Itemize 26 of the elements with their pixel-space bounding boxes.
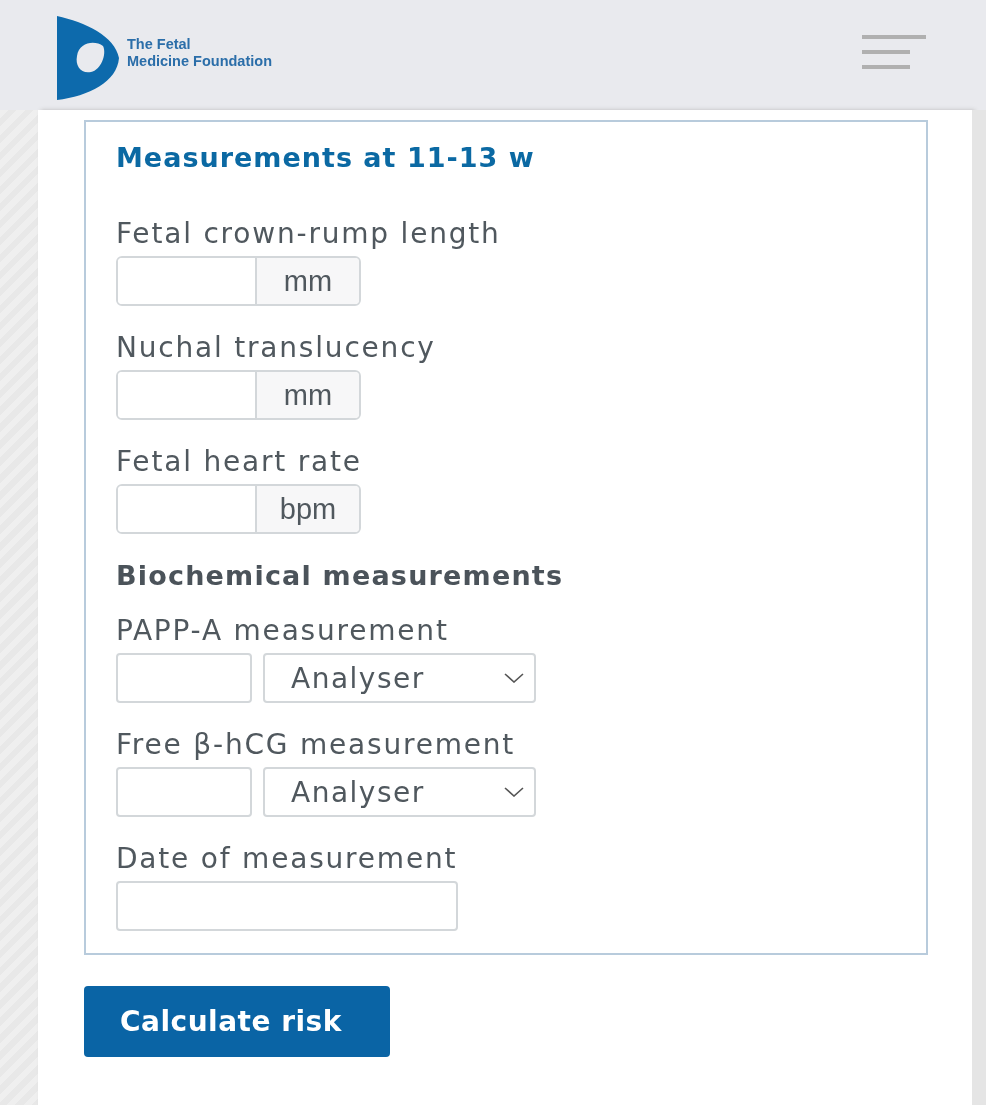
unit-label: mm: [257, 372, 359, 418]
section-title: Measurements at 11-13 w: [116, 141, 536, 175]
input-field[interactable]: mm: [116, 256, 361, 306]
input-field[interactable]: mm: [116, 370, 361, 420]
logo-icon: [55, 16, 121, 100]
field-label: PAPP-A measurement: [116, 613, 450, 649]
calculate-button[interactable]: Calculate risk: [84, 986, 390, 1057]
input-field[interactable]: [116, 767, 252, 817]
input-field[interactable]: bpm: [116, 484, 361, 534]
field-label: Fetal heart rate: [116, 444, 363, 480]
logo-text: The Fetal: [127, 36, 192, 53]
unit-label: bpm: [257, 486, 359, 532]
chevron-icon: [504, 673, 524, 683]
logo-text: Medicine Foundation: [127, 53, 272, 70]
analyser-dropdown[interactable]: Analyser: [263, 653, 536, 703]
unit-label: mm: [257, 258, 359, 304]
date-field[interactable]: [116, 881, 458, 931]
field-label: Date of measurement: [116, 841, 459, 877]
chevron-icon: [504, 787, 524, 797]
input-field[interactable]: [116, 653, 252, 703]
field-label: Nuchal translucency: [116, 330, 437, 366]
analyser-dropdown[interactable]: Analyser: [263, 767, 536, 817]
section-heading: Biochemical measurements: [116, 559, 565, 593]
menu-icon[interactable]: [862, 35, 926, 69]
field-label: Free β-hCG measurement: [116, 727, 517, 763]
field-label: Fetal crown-rump length: [116, 216, 502, 252]
